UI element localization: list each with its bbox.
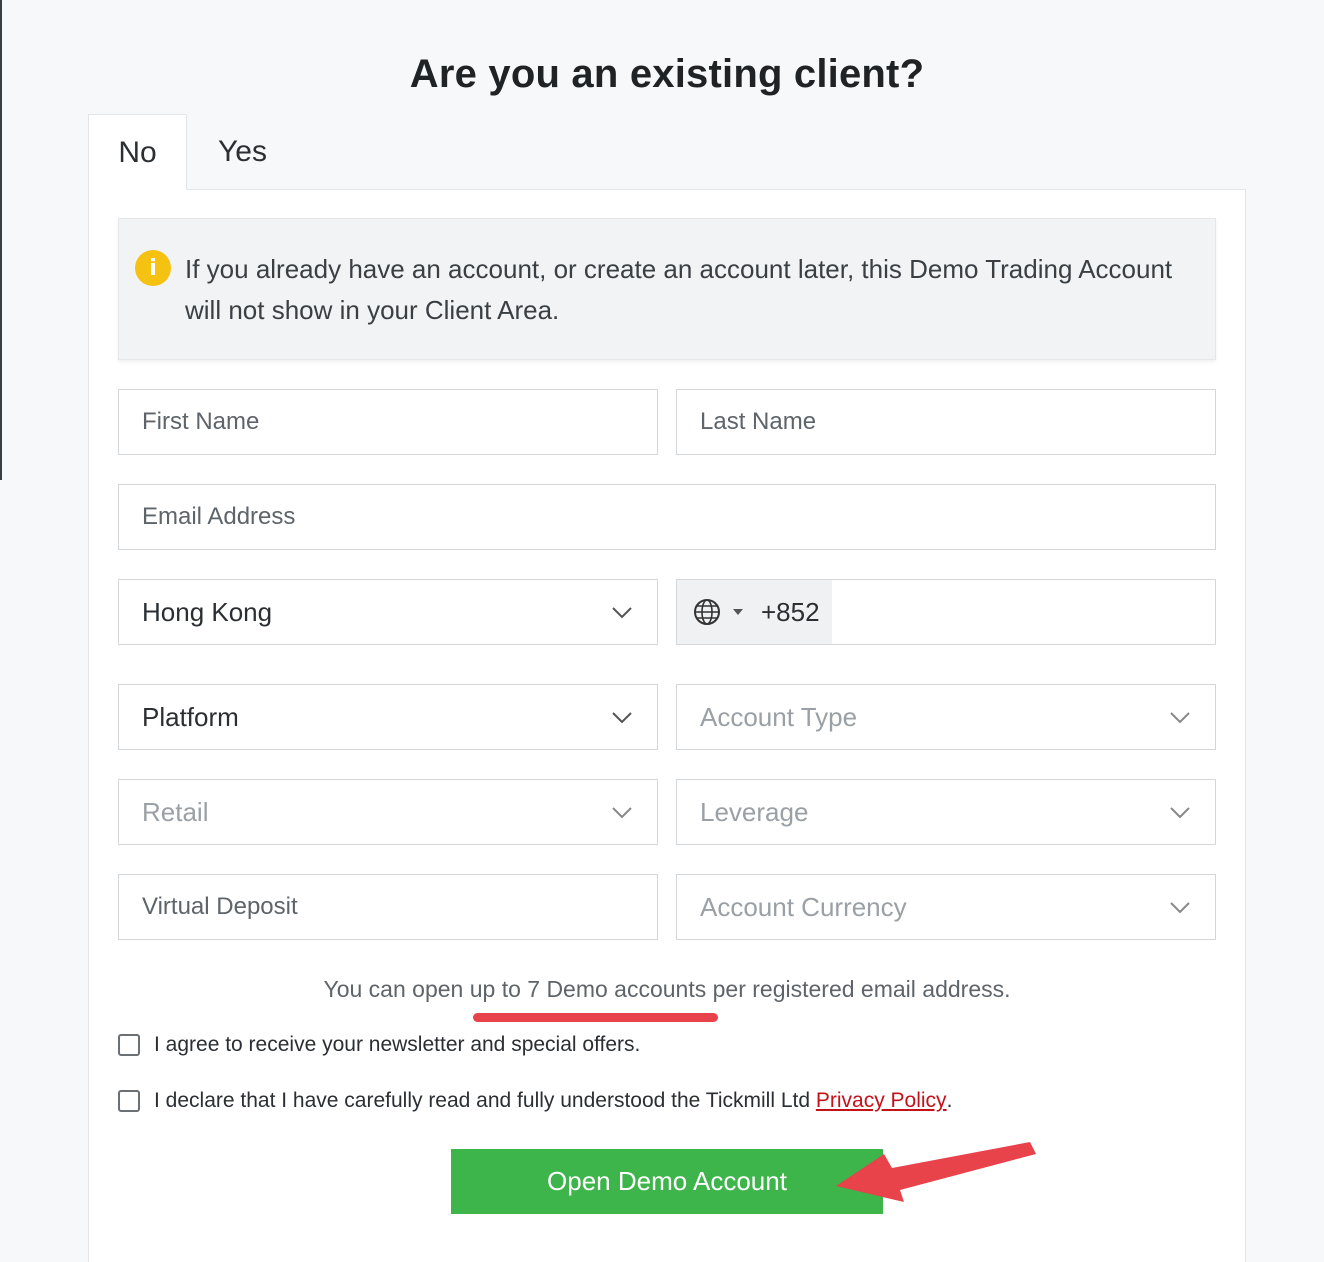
- account-type-select[interactable]: Account Type: [676, 684, 1216, 750]
- chevron-down-icon: [1170, 902, 1190, 914]
- leverage-select[interactable]: Leverage: [676, 779, 1216, 845]
- chevron-down-icon: [612, 712, 632, 724]
- last-name-placeholder: Last Name: [700, 408, 817, 435]
- virtual-deposit-field[interactable]: Virtual Deposit: [118, 874, 658, 940]
- privacy-row: I declare that I have carefully read and…: [118, 1089, 952, 1113]
- info-notice: i If you already have an account, or cre…: [118, 218, 1216, 360]
- client-tabs: No Yes: [88, 114, 267, 190]
- notice-text: If you already have an account, or creat…: [185, 254, 1173, 325]
- chevron-down-icon: [612, 807, 632, 819]
- country-value: Hong Kong: [142, 596, 273, 627]
- annotation-arrow: [836, 1142, 1036, 1202]
- virtual-deposit-placeholder: Virtual Deposit: [142, 893, 298, 920]
- last-name-field[interactable]: Last Name: [676, 389, 1216, 455]
- email-field[interactable]: Email Address: [118, 484, 1216, 550]
- privacy-policy-link[interactable]: Privacy Policy: [816, 1089, 947, 1113]
- account-currency-select[interactable]: Account Currency: [676, 874, 1216, 940]
- first-name-placeholder: First Name: [142, 408, 260, 435]
- phone-country-selector[interactable]: +852: [677, 580, 832, 644]
- newsletter-checkbox[interactable]: [118, 1034, 140, 1056]
- country-select[interactable]: Hong Kong: [118, 579, 658, 645]
- info-icon: i: [135, 250, 171, 286]
- phone-code: +852: [761, 596, 820, 627]
- globe-icon: [694, 599, 720, 625]
- chevron-down-icon: [612, 607, 632, 619]
- phone-field[interactable]: +852: [676, 579, 1216, 645]
- first-name-field[interactable]: First Name: [118, 389, 658, 455]
- demo-limit-text: You can open up to 7 Demo accounts per r…: [323, 976, 1011, 1002]
- tab-no[interactable]: No: [88, 114, 187, 190]
- platform-select[interactable]: Platform: [118, 684, 658, 750]
- platform-value: Platform: [142, 701, 239, 732]
- caret-down-icon: [733, 609, 743, 615]
- retail-value: Retail: [142, 796, 209, 827]
- privacy-label-prefix: I declare that I have carefully read and…: [154, 1089, 816, 1112]
- leverage-placeholder: Leverage: [700, 796, 809, 827]
- privacy-checkbox[interactable]: [118, 1090, 140, 1112]
- privacy-label-suffix: .: [946, 1089, 953, 1112]
- account-type-placeholder: Account Type: [700, 701, 858, 732]
- chevron-down-icon: [1170, 712, 1190, 724]
- open-demo-account-button[interactable]: Open Demo Account: [451, 1149, 883, 1214]
- account-currency-placeholder: Account Currency: [700, 891, 907, 922]
- chevron-down-icon: [1170, 807, 1190, 819]
- newsletter-label: I agree to receive your newsletter and s…: [154, 1033, 641, 1056]
- tab-yes[interactable]: Yes: [187, 114, 267, 190]
- page-title: Are you an existing client?: [409, 52, 925, 96]
- email-placeholder: Email Address: [142, 503, 296, 530]
- annotation-underline: [473, 1013, 718, 1022]
- retail-select[interactable]: Retail: [118, 779, 658, 845]
- newsletter-row: I agree to receive your newsletter and s…: [118, 1033, 640, 1057]
